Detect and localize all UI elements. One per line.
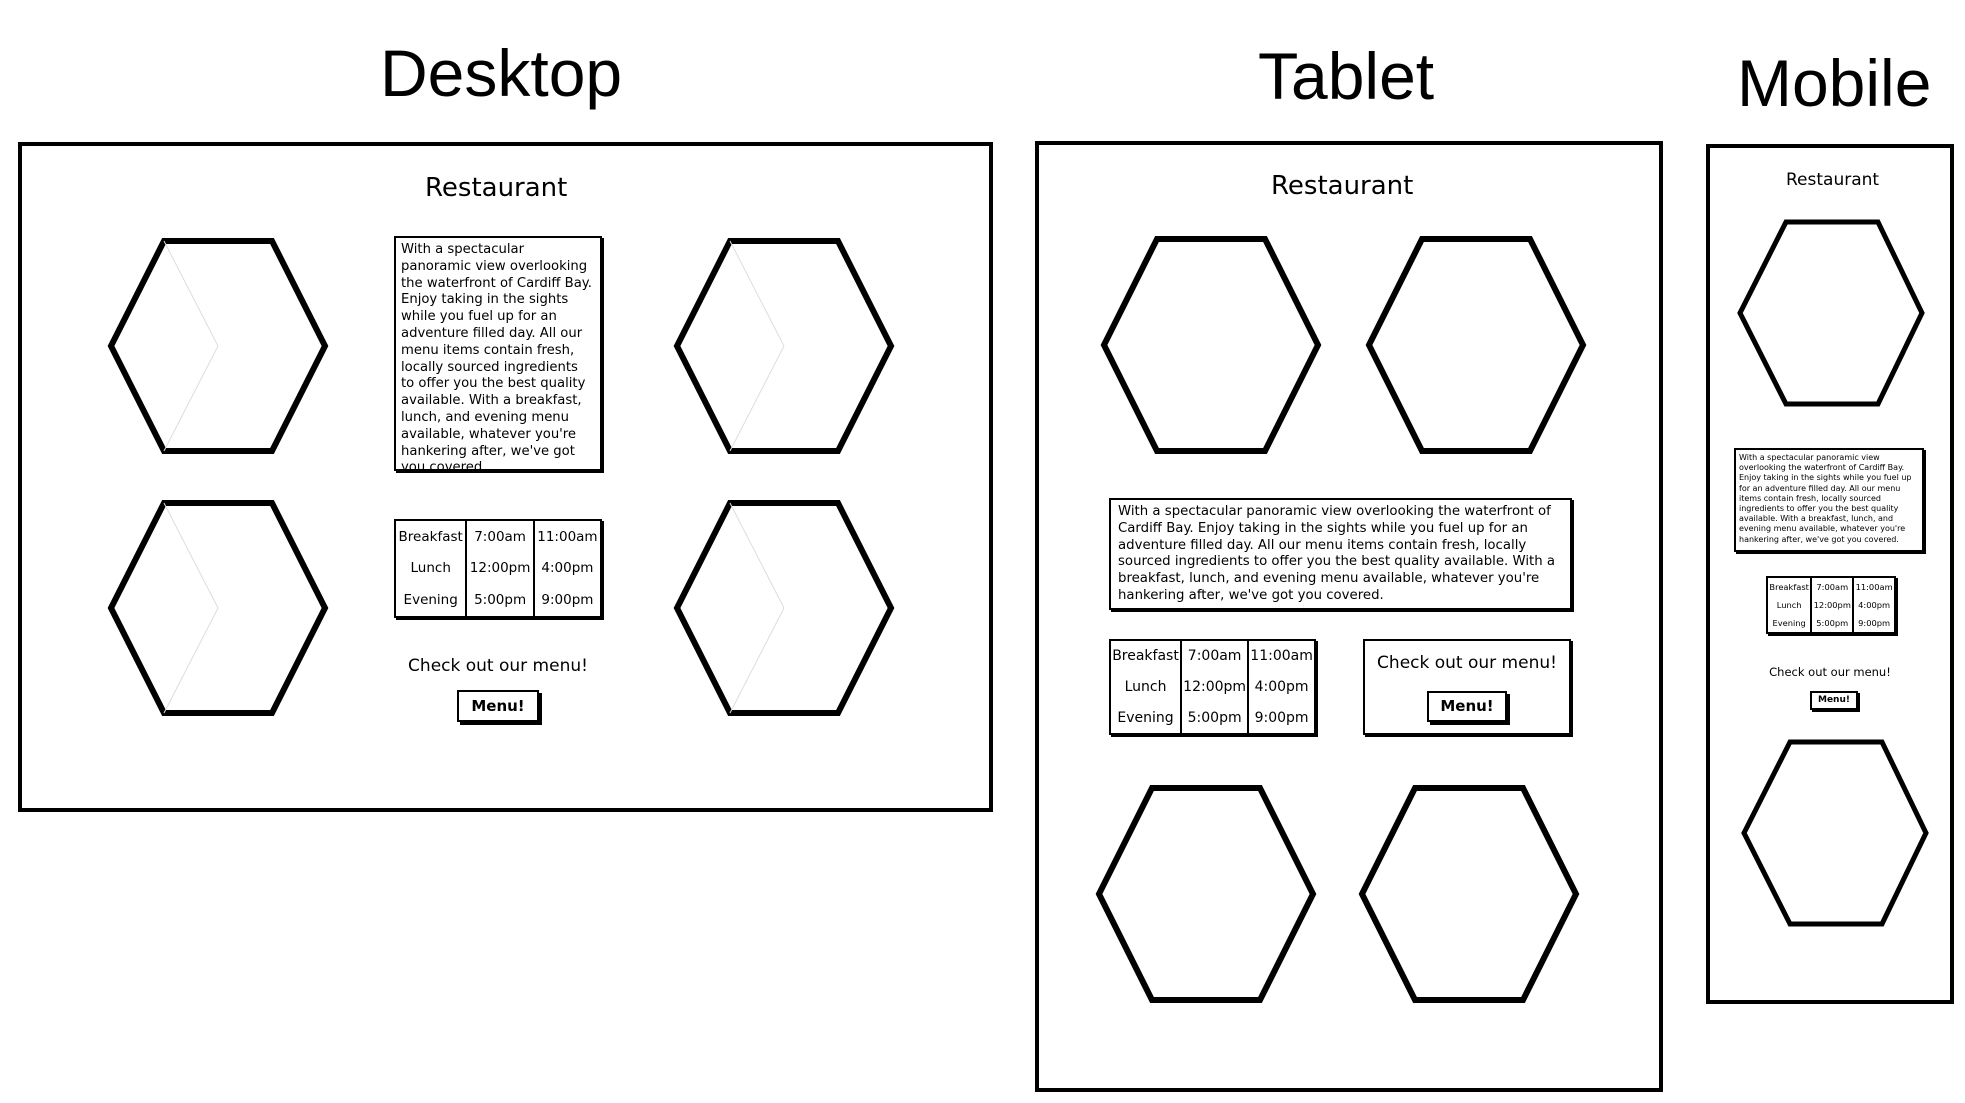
hours-row: Breakfast 7:00am 11:00am [1108, 639, 1316, 672]
hours-row: Breakfast 7:00am 11:00am [393, 519, 603, 553]
hexagon-icon [107, 500, 329, 716]
desktop-hexagon-bottom-right [672, 498, 895, 718]
meal-name: Lunch [393, 552, 468, 584]
mobile-hexagon-top [1736, 218, 1926, 408]
hexagon-icon [1741, 739, 1929, 927]
hours-row: Lunch 12:00pm 4:00pm [393, 552, 603, 584]
meal-name: Breakfast [1765, 575, 1813, 597]
hexagon-icon [1095, 785, 1317, 1003]
desktop-frame: Restaurant With a spectacular panoramic … [18, 142, 993, 812]
mobile-frame: Restaurant With a spectacular panoramic … [1706, 144, 1954, 1004]
open-time: 12:00pm [1180, 671, 1250, 703]
close-time: 11:00am [1852, 575, 1896, 597]
close-time: 4:00pm [1247, 671, 1316, 703]
close-time: 9:00pm [1852, 613, 1896, 635]
hours-row: Breakfast 7:00am 11:00am [1765, 575, 1896, 597]
desktop-description: With a spectacular panoramic view overlo… [394, 236, 602, 471]
desktop-site-title: Restaurant [425, 173, 568, 203]
mobile-menu-button[interactable]: Menu! [1810, 691, 1858, 710]
close-time: 9:00pm [1247, 702, 1316, 735]
close-time: 4:00pm [1852, 596, 1896, 614]
tablet-hours-table: Breakfast 7:00am 11:00am Lunch 12:00pm 4:00p… [1108, 639, 1316, 735]
hexagon-icon [107, 238, 329, 454]
meal-name: Lunch [1765, 596, 1813, 614]
tablet-description: With a spectacular panoramic view overlo… [1109, 498, 1572, 610]
tablet-frame: Restaurant With a spectacular panoramic … [1035, 141, 1663, 1092]
close-time: 11:00am [1247, 639, 1316, 672]
open-time: 5:00pm [1180, 702, 1250, 735]
meal-name: Lunch [1108, 671, 1183, 703]
hours-row: Evening 5:00pm 9:00pm [1765, 613, 1896, 635]
tablet-menu-button[interactable]: Menu! [1427, 691, 1507, 722]
mobile-cta-text: Check out our menu! [1769, 665, 1891, 679]
open-time: 7:00am [1180, 639, 1250, 672]
tablet-site-title: Restaurant [1271, 171, 1414, 201]
desktop-hexagon-bottom-left [106, 498, 329, 718]
close-time: 11:00am [532, 519, 603, 553]
desktop-hexagon-top-left [106, 236, 329, 456]
desktop-heading: Desktop [380, 36, 623, 110]
hexagon-icon [1365, 236, 1587, 454]
hours-row: Evening 5:00pm 9:00pm [393, 584, 603, 618]
hexagon-icon [1100, 236, 1322, 454]
hexagon-icon [673, 500, 895, 716]
tablet-cta-text: Check out our menu! [1377, 653, 1557, 673]
open-time: 5:00pm [1810, 613, 1855, 635]
open-time: 7:00am [1810, 575, 1855, 597]
tablet-hexagon-top-right [1364, 234, 1587, 456]
mobile-description: With a spectacular panoramic view overlo… [1734, 448, 1924, 552]
hexagon-icon [673, 238, 895, 454]
open-time: 5:00pm [465, 584, 535, 618]
open-time: 7:00am [465, 519, 535, 553]
open-time: 12:00pm [1810, 596, 1855, 614]
hexagon-icon [1358, 785, 1580, 1003]
desktop-hours-table: Breakfast 7:00am 11:00am Lunch 12:00pm 4:00p… [393, 519, 603, 618]
close-time: 4:00pm [532, 552, 603, 584]
meal-name: Evening [1108, 702, 1183, 735]
hours-row: Lunch 12:00pm 4:00pm [1765, 596, 1896, 614]
mobile-hexagon-bottom [1740, 738, 1930, 928]
hours-row: Lunch 12:00pm 4:00pm [1108, 671, 1316, 703]
meal-name: Breakfast [1108, 639, 1183, 672]
tablet-hexagon-bottom-left [1094, 783, 1317, 1005]
open-time: 12:00pm [465, 552, 535, 584]
meal-name: Evening [393, 584, 468, 618]
tablet-heading: Tablet [1258, 39, 1435, 113]
hexagon-icon [1737, 219, 1925, 407]
mobile-site-title: Restaurant [1786, 170, 1880, 190]
meal-name: Breakfast [393, 519, 468, 553]
desktop-menu-button[interactable]: Menu! [457, 690, 539, 722]
tablet-hexagon-top-left [1099, 234, 1322, 456]
desktop-hexagon-top-right [672, 236, 895, 456]
tablet-cta-box: Check out our menu! Menu! [1363, 639, 1571, 735]
close-time: 9:00pm [532, 584, 603, 618]
meal-name: Evening [1765, 613, 1813, 635]
desktop-cta-text: Check out our menu! [408, 656, 588, 676]
mobile-heading: Mobile [1737, 46, 1932, 120]
hours-row: Evening 5:00pm 9:00pm [1108, 702, 1316, 735]
tablet-hexagon-bottom-right [1357, 783, 1580, 1005]
mobile-hours-table: Breakfast 7:00am 11:00am Lunch 12:00pm 4:00p… [1765, 575, 1896, 635]
